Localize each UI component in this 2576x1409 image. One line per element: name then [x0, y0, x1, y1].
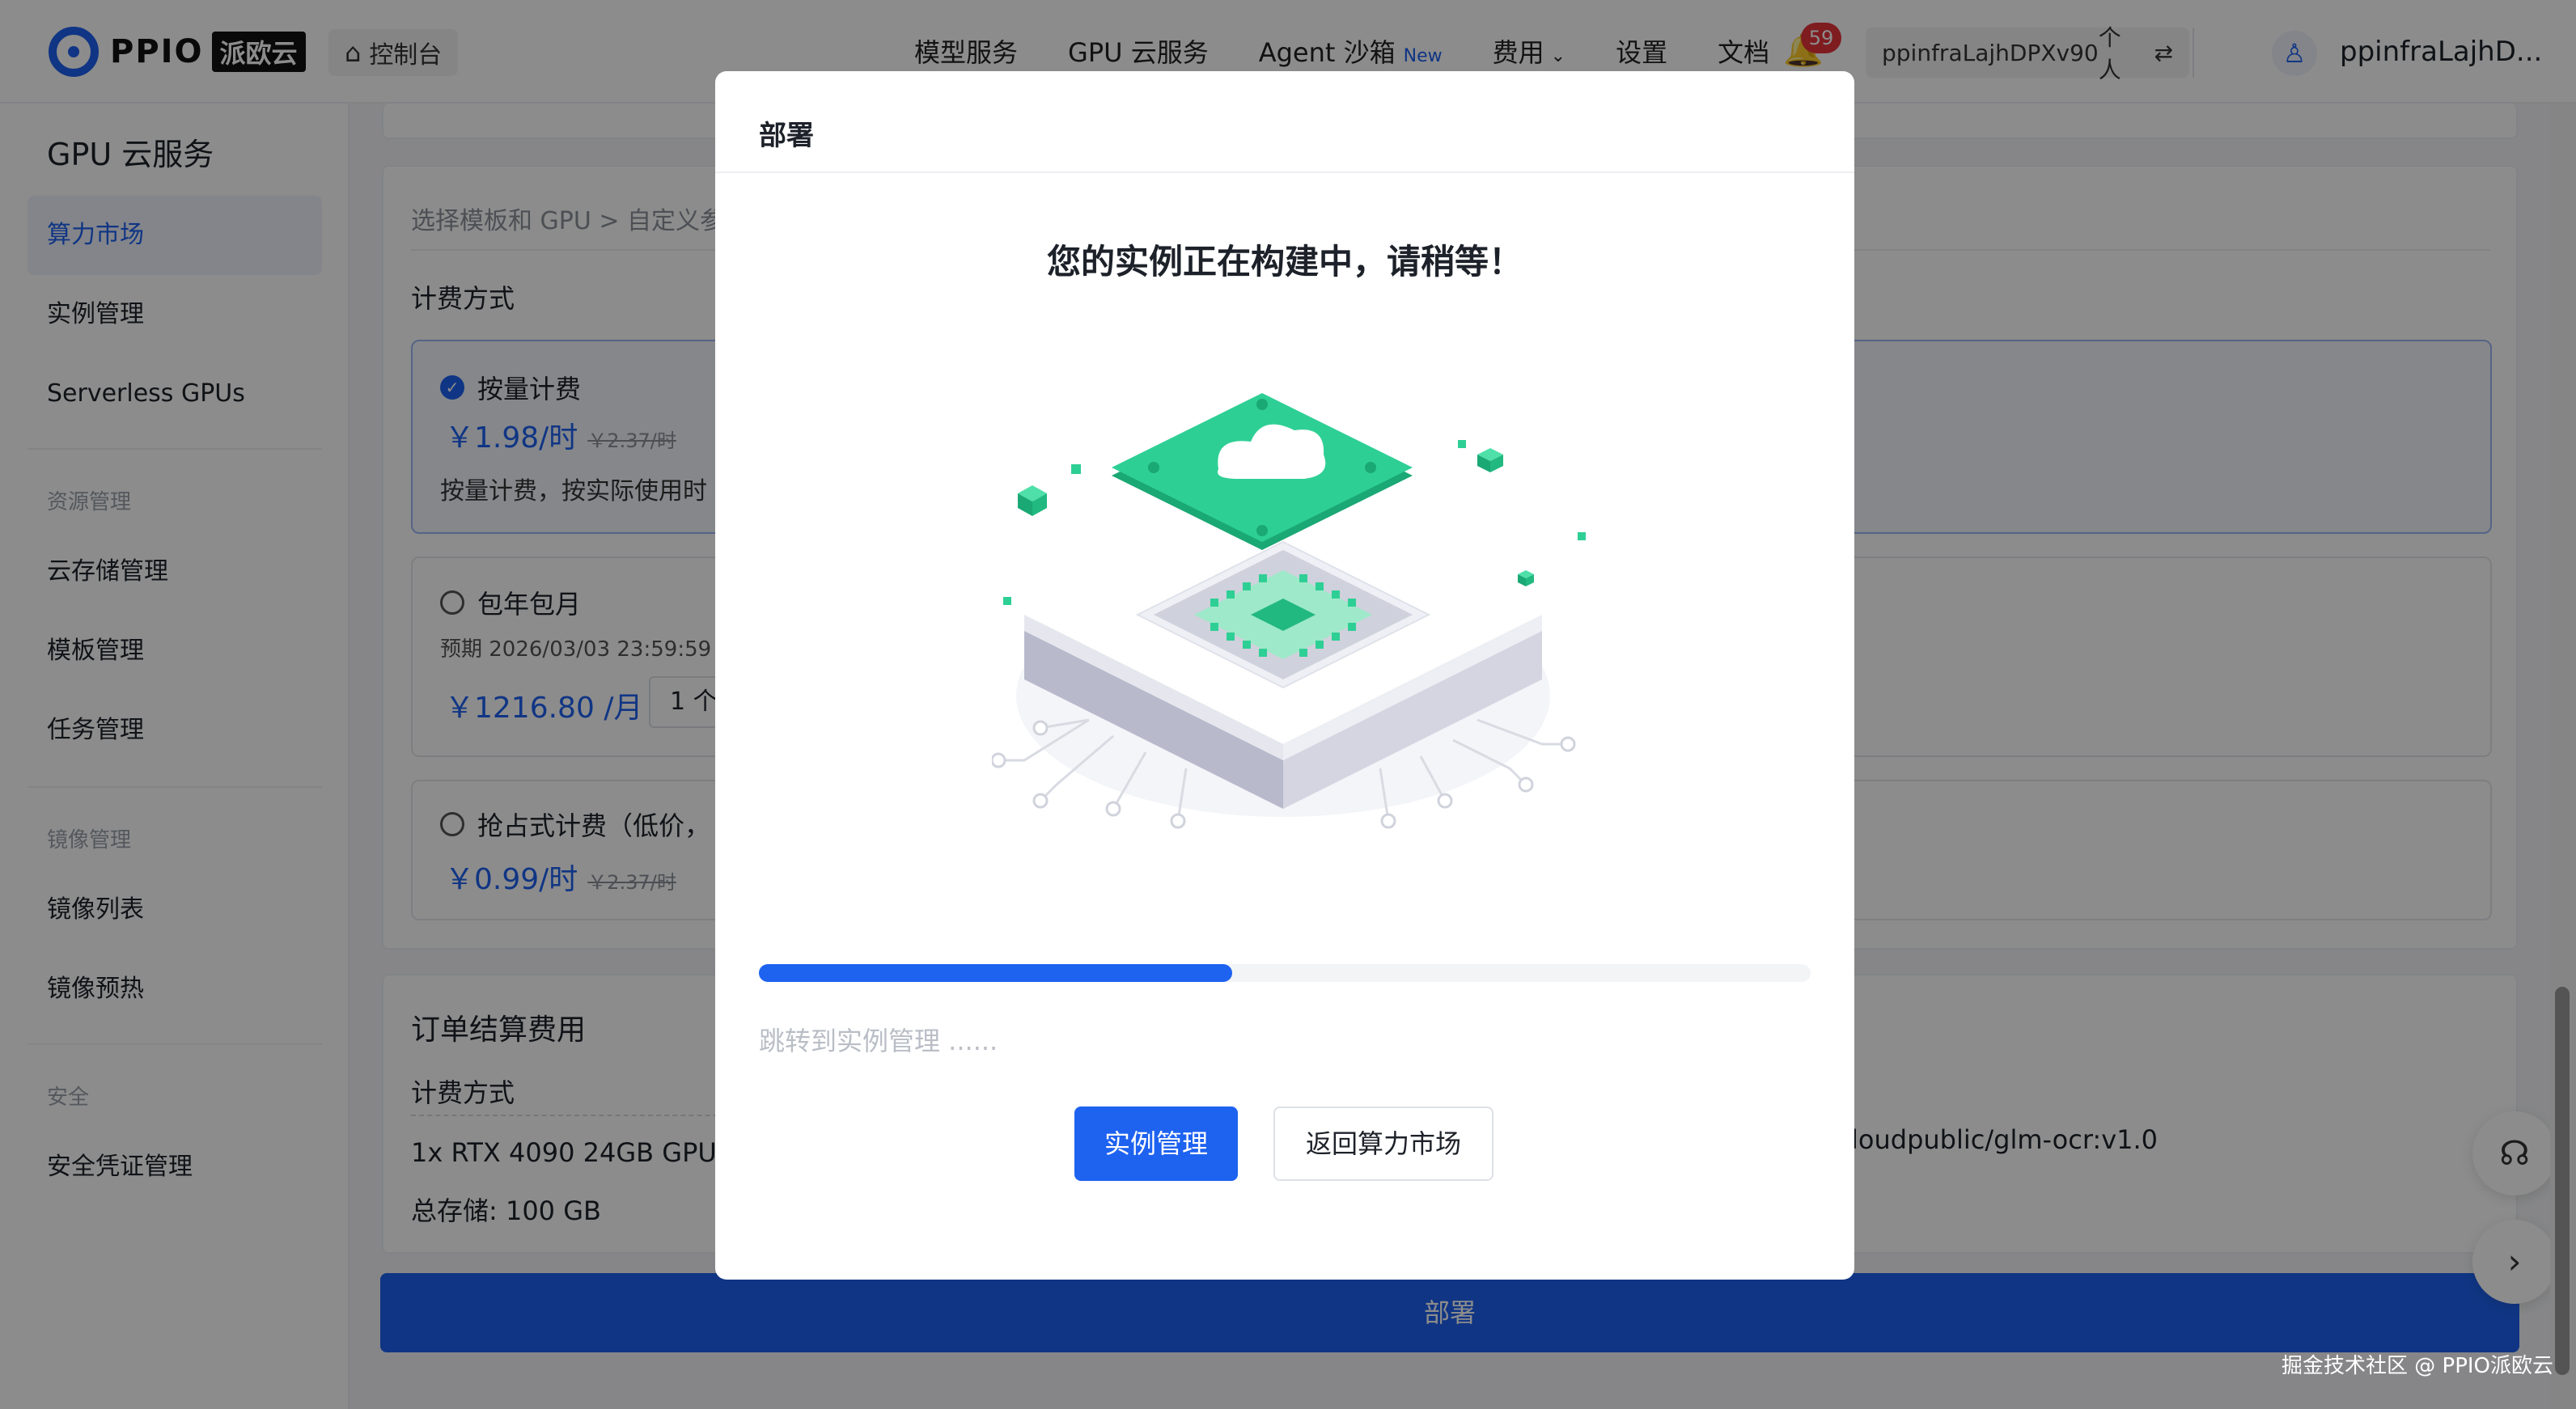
progress-fill [759, 964, 1232, 982]
modal-title: 部署 [759, 120, 814, 152]
instance-management-button[interactable]: 实例管理 [1074, 1106, 1238, 1181]
redirect-text: 跳转到实例管理 ...... [759, 1026, 998, 1056]
server-chip-illustration [992, 393, 1586, 829]
modal-headline: 您的实例正在构建中，请稍等！ [1046, 242, 1523, 281]
modal-header-divider [715, 171, 1854, 173]
watermark: 掘金技术社区 @ PPIO派欧云 [2282, 1354, 2554, 1378]
back-to-market-button[interactable]: 返回算力市场 [1273, 1106, 1493, 1181]
